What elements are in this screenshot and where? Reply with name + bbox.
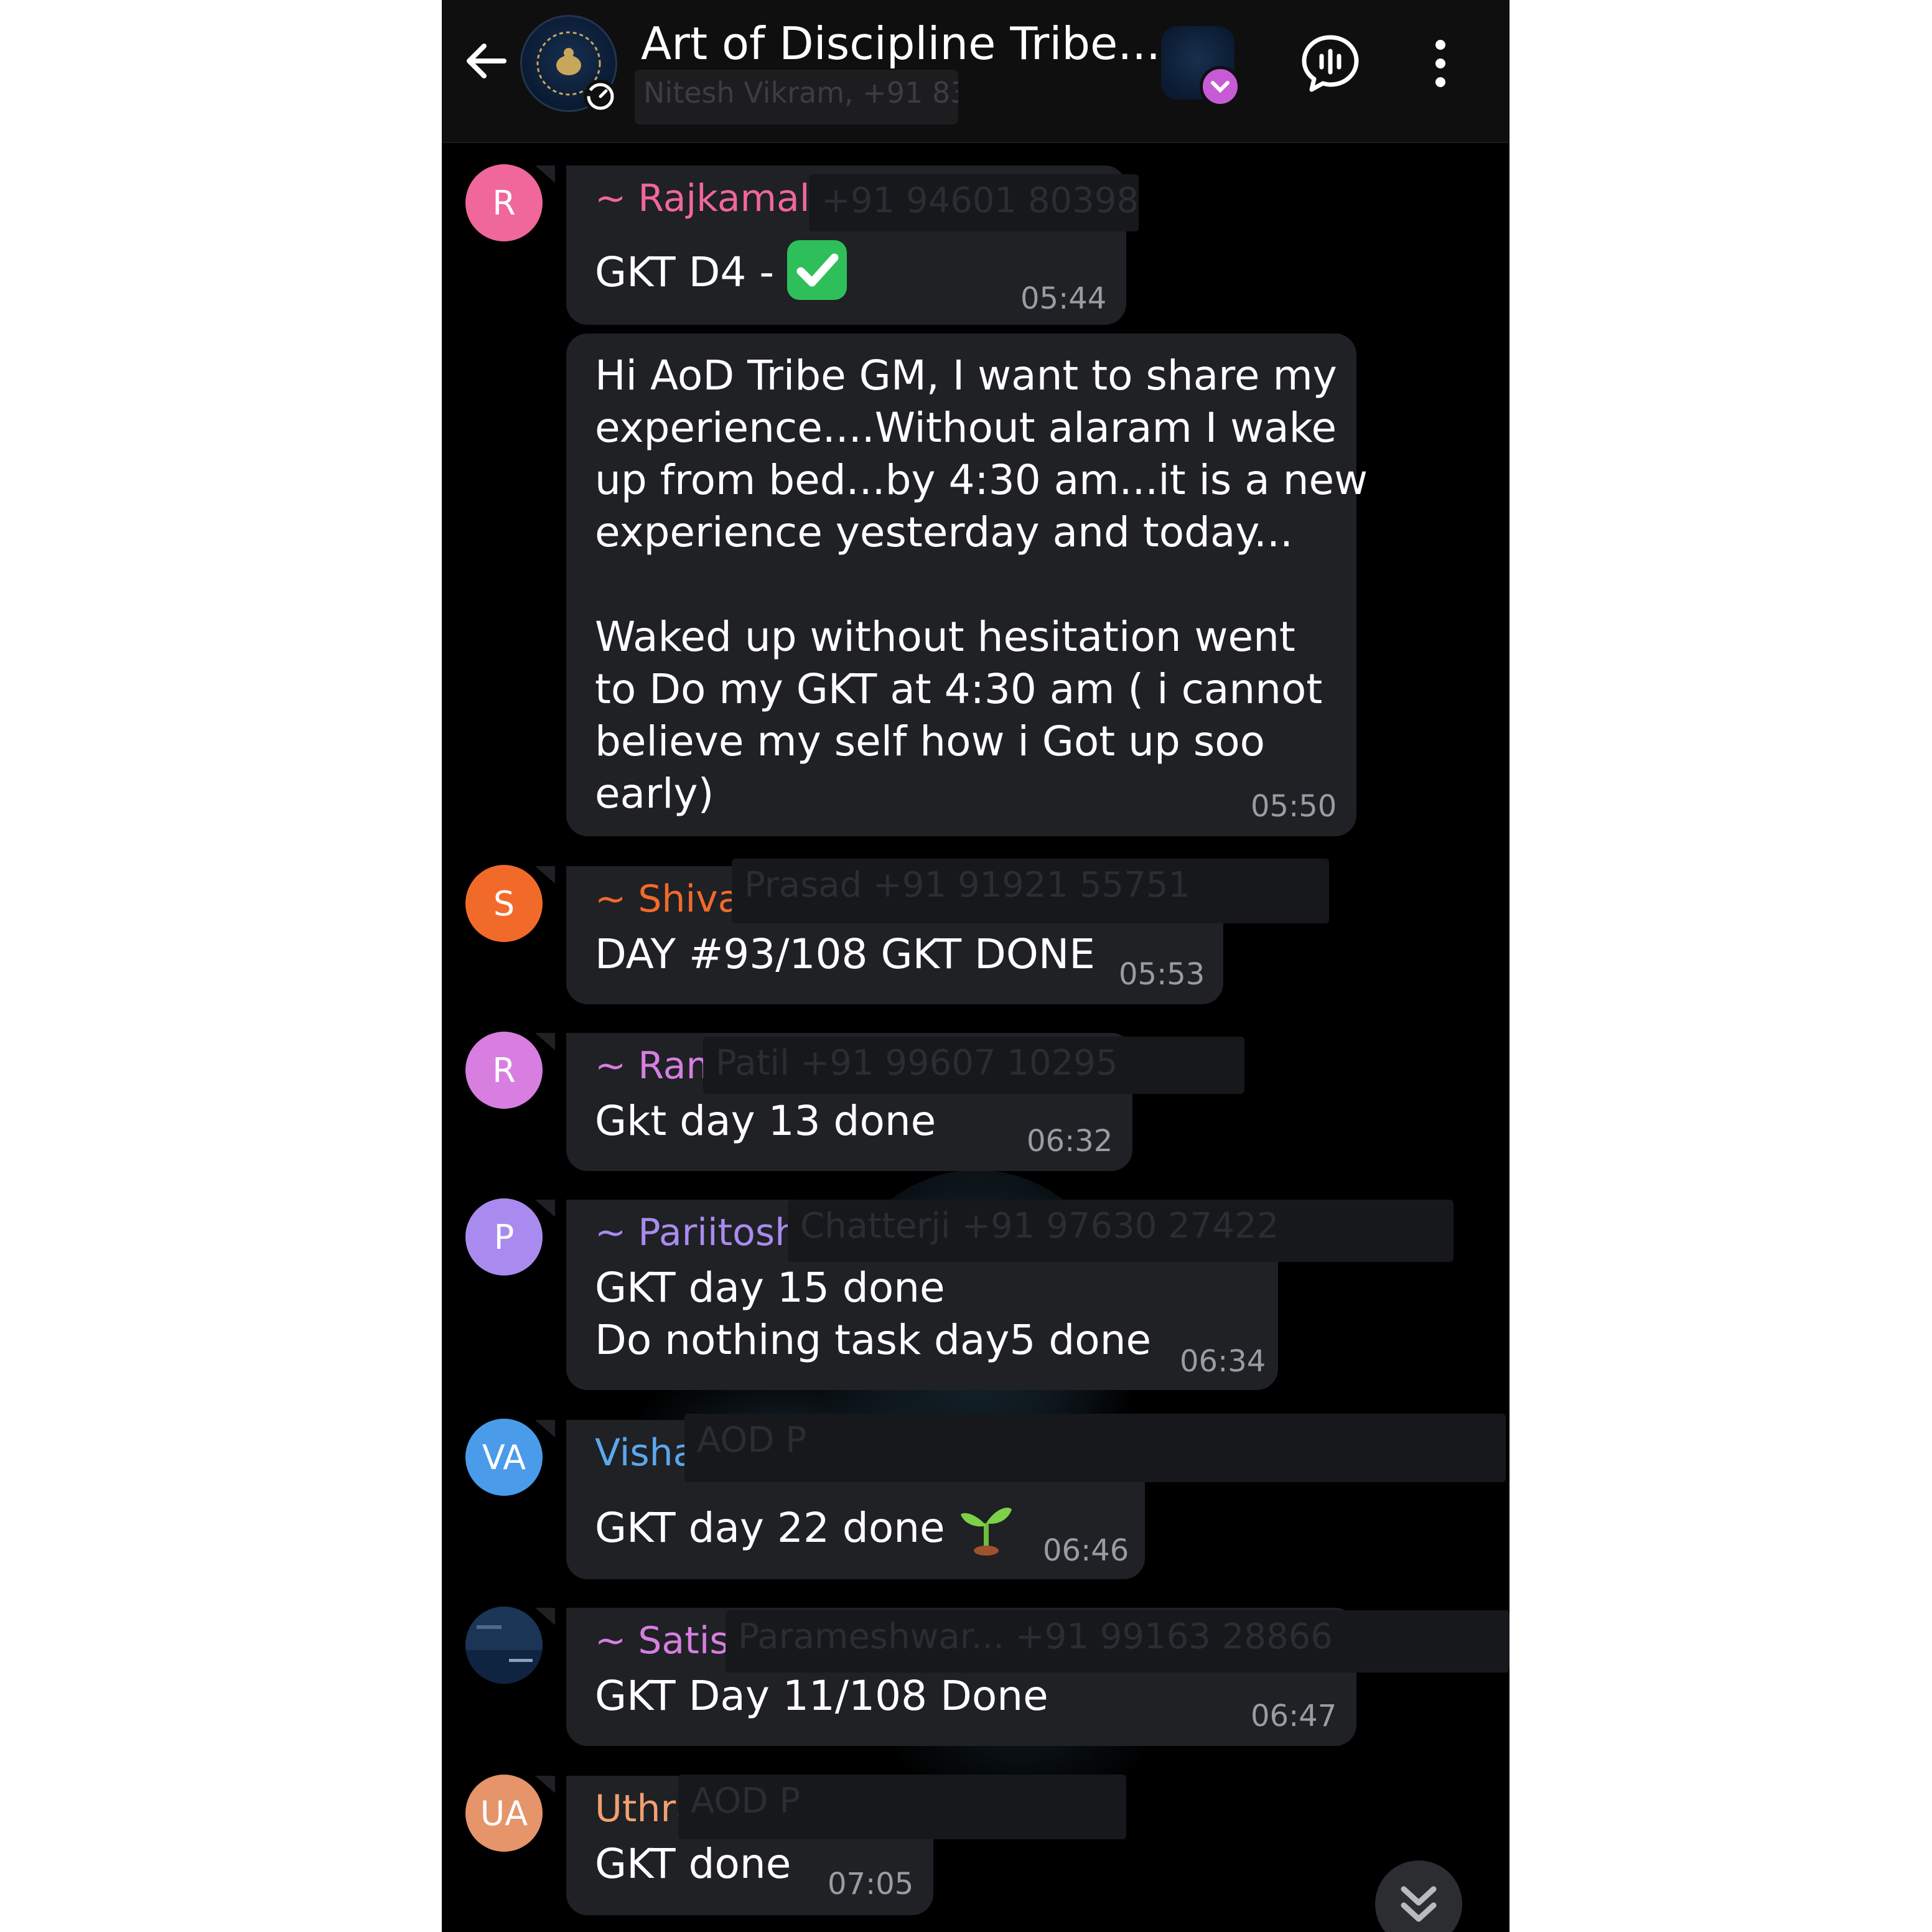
bubble-tail	[535, 1608, 555, 1625]
redacted-phone: Chatterji +91 97630 27422	[788, 1200, 1454, 1262]
message-bubble[interactable]: ~ Rajkamal +91 94601 80398 GKT D4 - 05:4…	[566, 166, 1139, 325]
avatar[interactable]: R	[465, 1032, 543, 1109]
message-time: 05:50	[1251, 789, 1337, 824]
redacted-phone: Prasad +91 91921 55751	[732, 859, 1329, 923]
message-bubble[interactable]: ~ Shiva Prasad +91 91921 55751 DAY #93/1…	[566, 859, 1329, 1004]
double-chevron-down-icon	[1401, 1886, 1437, 1922]
message-text: GKT Day 11/108 Done	[595, 1672, 1048, 1720]
avatar[interactable]: UA	[465, 1775, 543, 1852]
chat-header: Art of Discipline Tribe... Nitesh Vikram…	[442, 0, 1510, 143]
message-time: 07:05	[828, 1867, 914, 1902]
message-text: GKT day 22 done	[595, 1496, 1014, 1556]
avatar-initials: R	[492, 1050, 516, 1090]
message-text: Hi AoD Tribe GM, I want to share my expe…	[595, 352, 1368, 818]
bubble-tail	[535, 1776, 555, 1793]
redacted-phone: AOD P	[684, 1414, 1506, 1482]
scroll-to-bottom-button[interactable]	[1375, 1860, 1462, 1932]
more-vertical-icon[interactable]	[1431, 37, 1450, 90]
redacted-phone: Patil +91 99607 10295	[703, 1037, 1244, 1094]
avatar[interactable]: S	[465, 865, 543, 942]
chevron-down-icon[interactable]	[1200, 66, 1241, 107]
message-time: 06:46	[1043, 1533, 1129, 1568]
avatar[interactable]: VA	[465, 1419, 543, 1496]
message-text: GKT D4 -	[595, 240, 847, 300]
message-time: 05:53	[1119, 957, 1205, 992]
redacted-phone: Parameshwar... +91 99163 28866	[726, 1610, 1510, 1673]
avatar-initials: UA	[480, 1793, 528, 1833]
message-time: 06:34	[1180, 1344, 1266, 1379]
message-text: GKT day 15 done Do nothing task day5 don…	[595, 1264, 1152, 1364]
sender-name[interactable]: ~ Shiva	[595, 877, 740, 921]
message-text: DAY #93/108 GKT DONE	[595, 930, 1095, 978]
chat-screen: Art of Discipline Tribe... Nitesh Vikram…	[442, 0, 1510, 1932]
message-time: 05:44	[1020, 281, 1107, 316]
bubble-tail	[535, 166, 555, 183]
redacted-phone: +91 94601 80398	[809, 174, 1139, 231]
group-title[interactable]: Art of Discipline Tribe...	[641, 17, 1160, 70]
avatar-initials: R	[492, 183, 516, 223]
message-bubble[interactable]: Hi AoD Tribe GM, I want to share my expe…	[566, 334, 1368, 836]
message-bubble[interactable]: Uthra AOD P GKT done 07:05	[566, 1775, 1126, 1915]
avatar-initials: S	[493, 884, 515, 923]
avatar-initials: P	[493, 1217, 515, 1257]
message-text: GKT done	[595, 1840, 791, 1888]
message-time: 06:47	[1251, 1699, 1337, 1734]
group-participants-redacted: Nitesh Vikram, +91 83969 14...	[635, 70, 958, 124]
bubble-tail	[535, 1033, 555, 1050]
sender-name[interactable]: ~ Rajkamal	[595, 177, 810, 220]
avatar[interactable]	[465, 1607, 543, 1684]
message-bubble[interactable]: Vishal AOD P GKT day 22 done 06:46	[566, 1414, 1506, 1579]
arrow-left-icon[interactable]	[460, 35, 513, 87]
avatar[interactable]: R	[465, 164, 543, 241]
avatar-initials: VA	[482, 1437, 526, 1477]
bubble-tail	[535, 866, 555, 884]
message-time: 06:32	[1027, 1124, 1113, 1159]
message-bubble[interactable]: ~ Pariitosh Chatterji +91 97630 27422 GK…	[566, 1200, 1454, 1390]
seedling-emoji	[958, 1496, 1014, 1556]
timer-icon	[584, 80, 617, 113]
redacted-phone: AOD P	[678, 1775, 1126, 1839]
message-bubble[interactable]: ~ Ram Patil +91 99607 10295 Gkt day 13 d…	[566, 1033, 1244, 1171]
message-text: Gkt day 13 done	[595, 1097, 936, 1145]
bubble-tail	[535, 1200, 555, 1217]
voice-chat-icon[interactable]	[1299, 32, 1361, 95]
sender-name[interactable]: ~ Pariitosh	[595, 1211, 798, 1254]
avatar[interactable]: P	[465, 1198, 543, 1276]
message-bubble[interactable]: ~ Satish Parameshwar... +91 99163 28866 …	[566, 1608, 1510, 1746]
bubble-tail	[535, 1420, 555, 1437]
check-mark-button-emoji	[787, 240, 847, 300]
